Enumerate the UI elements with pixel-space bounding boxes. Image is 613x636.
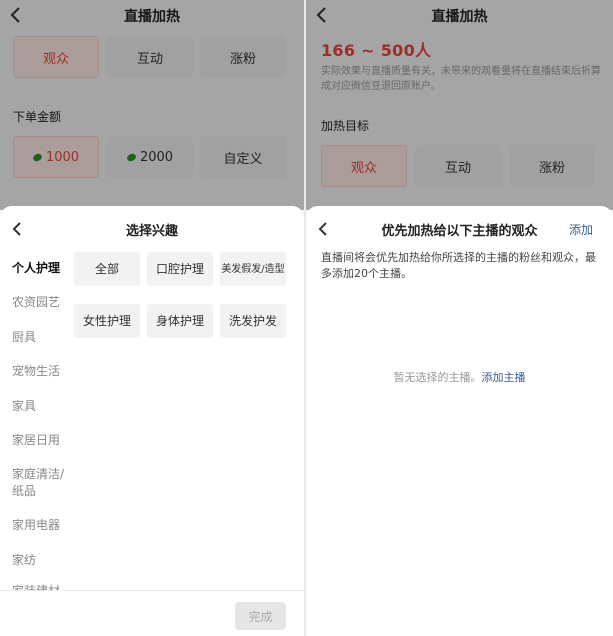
category-cookware[interactable]: 厨具: [12, 329, 68, 346]
category-pet-life[interactable]: 宠物生活: [12, 363, 68, 380]
category-agri-garden[interactable]: 农资园艺: [12, 294, 68, 311]
chip-hair-wash-care[interactable]: 洗发护发: [220, 304, 286, 338]
category-furniture[interactable]: 家具: [12, 398, 68, 415]
left-screen: 直播加热 观众 互动 涨粉 下单金额 1000 2000 自定义 选择兴趣 个人…: [0, 0, 304, 636]
chip-hair-styling[interactable]: 美发假发/造型: [220, 252, 286, 286]
chip-oral-care[interactable]: 口腔护理: [147, 252, 213, 286]
priority-anchor-sheet: 优先加热给以下主播的观众 添加 直播间将会优先加热给你所选择的主播的粉丝和观众，…: [306, 206, 613, 636]
interest-sheet: 选择兴趣 个人护理 农资园艺 厨具 宠物生活 家具 家居日用 家庭清洁/纸品 家…: [0, 206, 304, 636]
chip-all[interactable]: 全部: [74, 252, 140, 286]
empty-state: 暂无选择的主播。添加主播: [306, 369, 613, 385]
modal-overlay[interactable]: [0, 0, 304, 210]
chip-body-care[interactable]: 身体护理: [147, 304, 213, 338]
category-household[interactable]: 家居日用: [12, 432, 68, 449]
sheet-title: 选择兴趣: [125, 224, 178, 239]
category-home-textiles[interactable]: 家纺: [12, 552, 68, 569]
modal-overlay[interactable]: [306, 0, 613, 210]
sheet-footer-divider: [0, 590, 304, 591]
done-button[interactable]: 完成: [235, 602, 286, 630]
sheet-title: 优先加热给以下主播的观众: [381, 224, 538, 239]
add-anchor-link[interactable]: 添加主播: [482, 371, 526, 384]
add-button[interactable]: 添加: [569, 221, 593, 238]
empty-state-text: 暂无选择的主播。: [393, 371, 482, 384]
chip-feminine-care[interactable]: 女性护理: [74, 304, 140, 338]
category-cleaning-paper[interactable]: 家庭清洁/纸品: [12, 466, 68, 500]
category-personal-care[interactable]: 个人护理: [12, 260, 68, 277]
category-appliances[interactable]: 家用电器: [12, 517, 68, 534]
right-screen: 直播加热 166 ~ 500人 实际效果与直播质量有关，未带来的观看量将在直播结…: [306, 0, 613, 636]
sheet-description: 直播间将会优先加热给你所选择的主播的粉丝和观众，最多添加20个主播。: [321, 251, 596, 280]
